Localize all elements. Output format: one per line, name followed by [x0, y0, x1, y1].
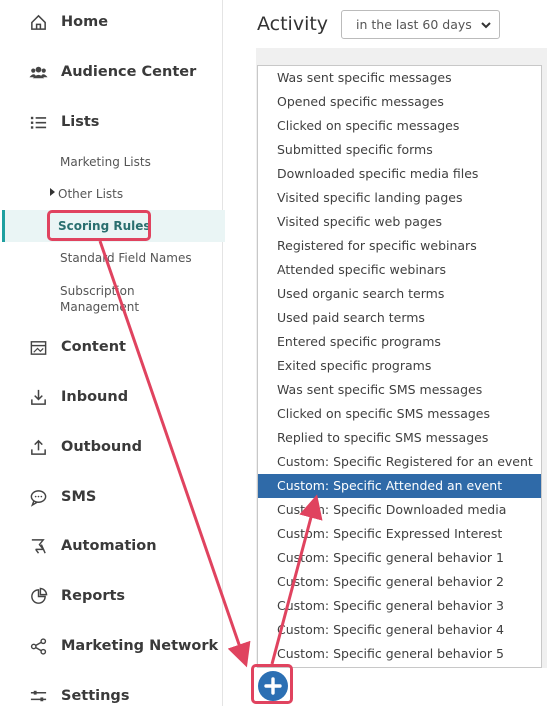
sidebar-subitem-subscription-management[interactable]: Subscription Management [60, 283, 139, 315]
dropdown-option[interactable]: Attended specific webinars [258, 258, 541, 282]
sidebar-item-audience-center[interactable]: Audience Center [0, 56, 222, 88]
sidebar-item-outbound-label: Outbound [61, 439, 142, 455]
subscription-label-line2: Management [60, 300, 140, 314]
dropdown-option[interactable]: Entered specific programs [258, 330, 541, 354]
sidebar-item-inbound-label: Inbound [61, 389, 129, 405]
sidebar-item-sms-label: SMS [61, 489, 97, 505]
annotation-highlight-scoring-rules [47, 210, 151, 241]
dropdown-option[interactable]: Was sent specific SMS messages [258, 378, 541, 402]
audience-icon [28, 62, 48, 82]
dropdown-option[interactable]: Custom: Specific general behavior 2 [258, 570, 541, 594]
dropdown-option[interactable]: Custom: Specific general behavior 4 [258, 618, 541, 642]
content-icon [28, 337, 48, 357]
dropdown-option[interactable]: Custom: Specific Registered for an event [258, 450, 541, 474]
sidebar-item-reports-label: Reports [61, 588, 126, 604]
chat-bubble-icon [28, 487, 48, 507]
caret-right-icon[interactable] [50, 188, 55, 196]
sidebar-subitem-standard-field-names[interactable]: Standard Field Names [60, 250, 192, 266]
date-range-select[interactable]: in the last 60 days [341, 10, 500, 39]
dropdown-option[interactable]: Custom: Specific Downloaded media [258, 498, 541, 522]
dropdown-option[interactable]: Exited specific programs [258, 354, 541, 378]
sidebar-item-content-label: Content [61, 339, 126, 355]
dropdown-option[interactable]: Custom: Specific Expressed Interest [258, 522, 541, 546]
pie-chart-icon [28, 586, 48, 606]
dropdown-option[interactable]: Clicked on specific SMS messages [258, 402, 541, 426]
sidebar-item-automation-label: Automation [61, 538, 157, 554]
sidebar-item-reports[interactable]: Reports [0, 580, 222, 612]
dropdown-option[interactable]: Submitted specific forms [258, 138, 541, 162]
sidebar-item-marketing-network[interactable]: Marketing Network [0, 630, 222, 662]
dropdown-option[interactable]: Used organic search terms [258, 282, 541, 306]
sidebar-item-audience-center-label: Audience Center [61, 64, 197, 80]
sidebar-item-lists[interactable]: Lists [0, 106, 222, 138]
dropdown-option[interactable]: Custom: Specific Attended an event [258, 474, 541, 498]
list-icon [28, 112, 48, 132]
dropdown-option[interactable]: Custom: Specific general behavior 5 [258, 642, 541, 666]
automation-icon [28, 536, 48, 556]
home-icon [28, 12, 48, 32]
annotation-highlight-add-button [251, 664, 293, 704]
sidebar-item-settings[interactable]: Settings [0, 680, 222, 712]
outbound-icon [28, 437, 48, 457]
sidebar-item-settings-label: Settings [61, 688, 130, 704]
dropdown-option[interactable]: Custom: Specific general behavior 3 [258, 594, 541, 618]
sidebar-item-home[interactable]: Home [0, 6, 222, 38]
chevron-down-icon [481, 22, 491, 29]
dropdown-option[interactable]: Was sent specific messages [258, 66, 541, 90]
sidebar-item-sms[interactable]: SMS [0, 481, 222, 513]
dropdown-option[interactable]: Downloaded specific media files [258, 162, 541, 186]
sidebar-item-inbound[interactable]: Inbound [0, 381, 222, 413]
dropdown-option[interactable]: Visited specific web pages [258, 210, 541, 234]
dropdown-option[interactable]: Visited specific landing pages [258, 186, 541, 210]
dropdown-option[interactable]: Replied to specific SMS messages [258, 426, 541, 450]
sidebar: Home Audience Center Lists Content Inbound Ou… [0, 0, 225, 706]
dropdown-option[interactable]: Registered for specific webinars [258, 234, 541, 258]
dropdown-option[interactable]: Clicked on specific messages [258, 114, 541, 138]
sidebar-item-automation[interactable]: Automation [0, 530, 222, 562]
sidebar-item-content[interactable]: Content [0, 331, 222, 363]
sidebar-item-marketing-network-label: Marketing Network [61, 638, 219, 654]
sidebar-subitem-marketing-lists[interactable]: Marketing Lists [60, 154, 151, 170]
page-title: Activity [257, 13, 329, 35]
share-icon [28, 636, 48, 656]
sidebar-item-home-label: Home [61, 14, 109, 30]
sliders-icon [28, 686, 48, 706]
dropdown-option[interactable]: Used paid search terms [258, 306, 541, 330]
date-range-value: in the last 60 days [356, 17, 472, 32]
dropdown-option[interactable]: Custom: Specific general behavior 1 [258, 546, 541, 570]
dropdown-option[interactable]: Opened specific messages [258, 90, 541, 114]
sidebar-item-lists-label: Lists [61, 114, 100, 130]
subscription-label-line1: Subscription [60, 284, 135, 298]
activity-type-dropdown[interactable]: Was sent specific messages Opened specifi… [257, 65, 542, 668]
sidebar-subitem-other-lists[interactable]: Other Lists [58, 186, 123, 202]
inbound-icon [28, 387, 48, 407]
sidebar-item-outbound[interactable]: Outbound [0, 431, 222, 463]
